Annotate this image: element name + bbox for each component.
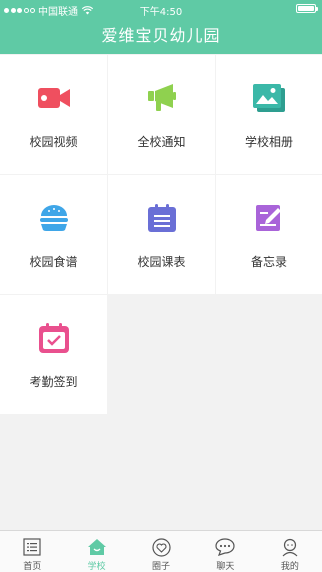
profile-icon — [280, 537, 300, 557]
grid-item-label: 考勤签到 — [29, 375, 78, 389]
grid-item-campus-video[interactable]: 校园视频 — [0, 55, 107, 174]
home-icon — [87, 537, 107, 557]
grid-item-label: 备忘录 — [250, 255, 287, 269]
tab-home[interactable]: 首页 — [0, 531, 64, 572]
video-camera-icon — [37, 81, 71, 115]
tab-circle[interactable]: 圈子 — [129, 531, 193, 572]
photo-album-icon — [252, 81, 286, 115]
status-bar: 中国联通 下午4:50 — [0, 0, 322, 18]
feature-grid: 校园视频 全校通知 学校相册 校园食谱 校园课表 备忘录 考勤签到 — [0, 55, 322, 415]
tab-mine[interactable]: 我的 — [258, 531, 322, 572]
grid-item-attendance[interactable]: 考勤签到 — [0, 295, 107, 414]
heart-circle-icon — [151, 537, 171, 557]
chat-bubble-icon — [215, 537, 236, 557]
nav-title: 爱维宝贝幼儿园 — [0, 18, 322, 54]
list-icon — [22, 537, 42, 557]
grid-item-memo[interactable]: 备忘录 — [216, 175, 322, 294]
tab-school[interactable]: 学校 — [64, 531, 128, 572]
grid-item-school-notice[interactable]: 全校通知 — [108, 55, 215, 174]
tab-bar: 首页 学校 圈子 聊天 我的 — [0, 530, 322, 572]
grid-item-label: 校园课表 — [137, 255, 186, 269]
grid-item-campus-timetable[interactable]: 校园课表 — [108, 175, 215, 294]
tab-chat[interactable]: 聊天 — [193, 531, 257, 572]
tab-label: 聊天 — [216, 562, 235, 572]
grid-item-label: 校园食谱 — [29, 255, 78, 269]
grid-item-label: 全校通知 — [137, 135, 186, 149]
grid-item-campus-menu[interactable]: 校园食谱 — [0, 175, 107, 294]
tab-label: 圈子 — [152, 562, 171, 572]
grid-item-label: 学校相册 — [244, 135, 293, 149]
grid-item-school-album[interactable]: 学校相册 — [216, 55, 322, 174]
grid-item-label: 校园视频 — [29, 135, 78, 149]
tab-label: 首页 — [23, 562, 42, 572]
memo-edit-icon — [252, 201, 286, 235]
burger-icon — [37, 201, 71, 235]
tab-label: 学校 — [87, 562, 106, 572]
calendar-list-icon — [145, 201, 179, 235]
megaphone-icon — [145, 81, 179, 115]
calendar-check-icon — [37, 321, 71, 355]
battery-icon — [296, 4, 318, 13]
status-time: 下午4:50 — [139, 7, 183, 18]
tab-label: 我的 — [280, 562, 299, 572]
